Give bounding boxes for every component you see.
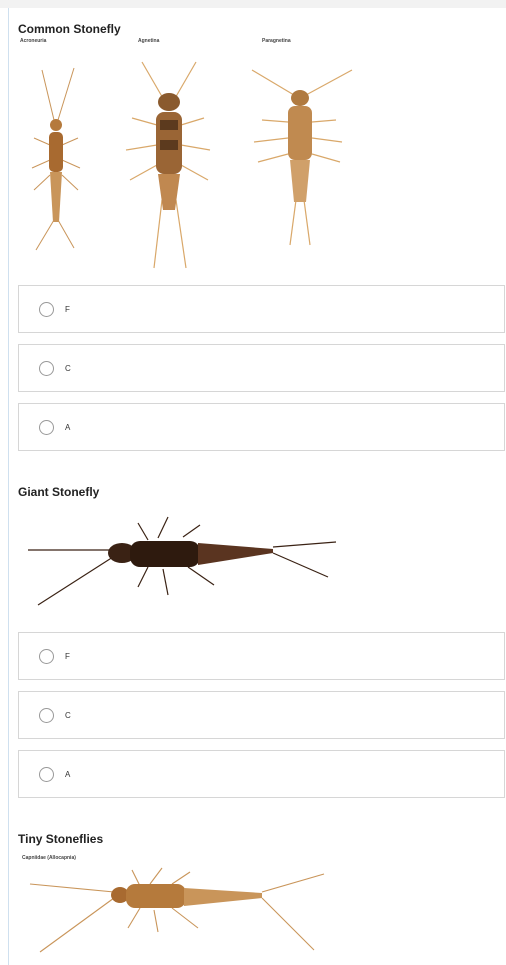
radio-unselected-icon[interactable]	[39, 707, 54, 723]
radio-unselected-icon[interactable]	[39, 360, 54, 376]
image-label-agnetina: Agnetina	[138, 38, 160, 44]
image-label-acroneuria: Acroneuria	[20, 38, 47, 44]
tiny-stonefly-image	[29, 867, 325, 953]
radio-unselected-icon[interactable]	[39, 648, 54, 664]
section-title: Tiny Stoneflies	[18, 832, 104, 846]
giant-stonefly-image	[28, 516, 337, 606]
section-giant-stonefly: Giant Stonefly	[18, 485, 506, 499]
option-common-a[interactable]: A	[18, 403, 505, 451]
option-common-c[interactable]: C	[18, 344, 505, 392]
option-label: A	[65, 769, 71, 779]
common-stonefly-image	[31, 61, 353, 269]
option-label: C	[65, 710, 71, 720]
option-giant-f[interactable]: F	[18, 632, 505, 680]
radio-unselected-icon[interactable]	[39, 419, 54, 435]
left-border-line	[8, 8, 9, 965]
section-title: Giant Stonefly	[18, 485, 100, 499]
option-label: F	[65, 651, 70, 661]
image-label-paragnetina: Paragnetina	[262, 38, 291, 44]
image-label-capniidae: Capniidae (Allocapnia)	[22, 855, 76, 861]
section-title: Common Stonefly	[18, 22, 121, 36]
option-giant-a[interactable]: A	[18, 750, 505, 798]
option-label: A	[65, 422, 71, 432]
radio-unselected-icon[interactable]	[39, 766, 54, 782]
top-bar	[0, 0, 506, 8]
option-label: C	[65, 363, 71, 373]
radio-unselected-icon[interactable]	[39, 301, 54, 317]
section-tiny-stoneflies: Tiny Stoneflies	[18, 832, 506, 846]
option-giant-c[interactable]: C	[18, 691, 505, 739]
option-common-f[interactable]: F	[18, 285, 505, 333]
section-common-stonefly: Common Stonefly	[18, 22, 506, 36]
option-label: F	[65, 304, 70, 314]
